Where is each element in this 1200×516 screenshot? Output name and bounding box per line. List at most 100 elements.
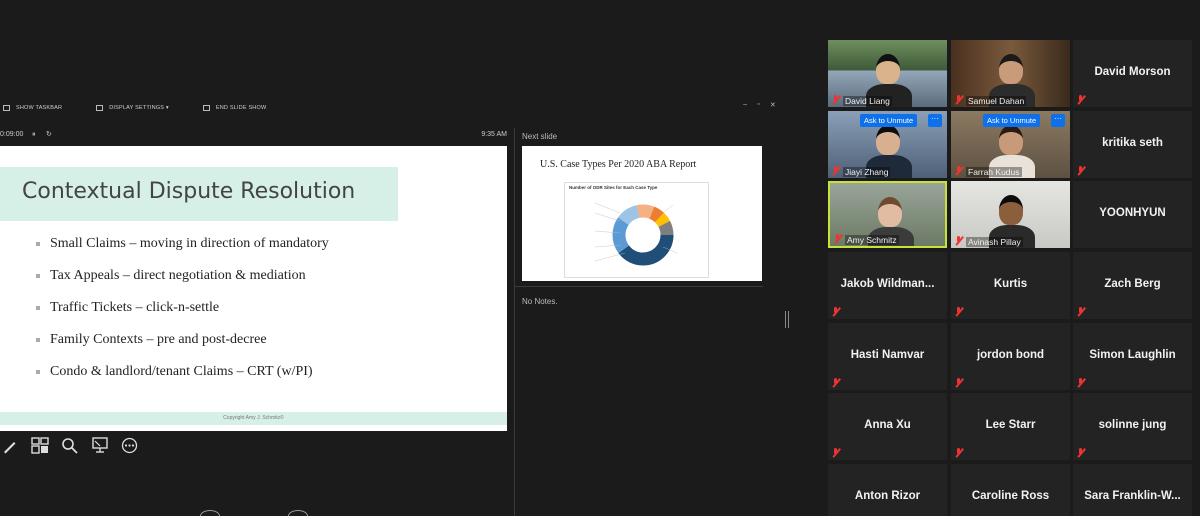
participant-face-image: [876, 54, 900, 84]
participant-name: Anton Rizor: [854, 490, 921, 502]
more-options-button[interactable]: ···: [1051, 114, 1065, 127]
bottom-control-icon[interactable]: [288, 510, 308, 516]
participant-name-label: Avinash Pillay: [966, 237, 1023, 247]
muted-mic-icon: [1076, 166, 1085, 175]
pointer-icon[interactable]: [90, 436, 109, 455]
slide-title: Contextual Dispute Resolution: [22, 179, 356, 204]
bullet-item: Traffic Tickets – click-n-settle: [36, 300, 329, 332]
participant-name: jordon bond: [976, 349, 1045, 361]
participant-tile[interactable]: Hasti Namvar: [828, 323, 947, 390]
muted-mic-icon: [833, 234, 842, 243]
bullet-item: Tax Appeals – direct negotiation & media…: [36, 268, 329, 300]
presenter-toolbar: SHOW TASKBAR DISPLAY SETTINGS ▾ END SLID…: [0, 98, 790, 118]
muted-mic-icon: [954, 378, 963, 387]
muted-mic-icon: [831, 448, 840, 457]
participant-tile[interactable]: Jiayi Zhang Ask to Unmute ···: [828, 111, 947, 178]
display-icon: [96, 105, 104, 111]
participant-name: Zach Berg: [1104, 278, 1161, 290]
participant-tile[interactable]: David Liang: [828, 40, 947, 107]
participant-name: Kurtis: [993, 278, 1028, 290]
muted-mic-icon: [831, 378, 840, 387]
bottom-control-icon[interactable]: [200, 510, 220, 516]
bullet-icon: [36, 369, 40, 374]
participant-tile[interactable]: Sara Franklin-W...: [1073, 464, 1192, 516]
participant-face-image: [999, 125, 1023, 155]
participant-tile[interactable]: Lee Starr: [951, 393, 1070, 460]
next-slide-title: U.S. Case Types Per 2020 ABA Report: [540, 159, 697, 170]
participant-tile[interactable]: jordon bond: [951, 323, 1070, 390]
muted-mic-icon: [1076, 95, 1085, 104]
next-slide-label: Next slide: [522, 132, 558, 141]
bullet-icon: [36, 241, 40, 246]
bullet-icon: [36, 337, 40, 342]
participant-name-label: Jiayi Zhang: [843, 167, 891, 177]
participant-name: YOONHYUN: [1099, 207, 1166, 219]
participant-tile[interactable]: kritika seth: [1073, 111, 1192, 178]
muted-mic-icon: [954, 307, 963, 316]
participant-name-label: David Liang: [843, 96, 892, 106]
participant-tile[interactable]: Zach Berg: [1073, 252, 1192, 319]
next-slide-chart: Number of ODR Sites for Each Case Type: [564, 182, 709, 278]
muted-mic-icon: [1076, 448, 1085, 457]
muted-mic-icon: [954, 448, 963, 457]
participant-face-image: [999, 195, 1023, 225]
bullet-item: Small Claims – moving in direction of ma…: [36, 236, 329, 268]
ask-to-unmute-button[interactable]: Ask to Unmute: [983, 114, 1041, 127]
participant-tile[interactable]: Caroline Ross: [951, 464, 1070, 516]
slide-footer: Copyright Amy J. Schmitz©: [0, 412, 507, 425]
speaker-notes: No Notes.: [522, 297, 558, 306]
timer-row: 0:09:00 ⏸ ↻ 9:35 AM: [0, 131, 510, 143]
participant-name: Jakob Wildman...: [840, 278, 935, 290]
participant-name: David Morson: [1094, 66, 1171, 78]
pen-icon[interactable]: [0, 436, 19, 455]
participant-tile[interactable]: YOONHYUN: [1073, 181, 1192, 248]
close-button[interactable]: ✕: [770, 101, 776, 109]
participant-name: Simon Laughlin: [1089, 349, 1176, 361]
participant-tile[interactable]: Anton Rizor: [828, 464, 947, 516]
participant-tile[interactable]: David Morson: [1073, 40, 1192, 107]
resize-grip[interactable]: [785, 311, 789, 328]
more-icon[interactable]: [120, 436, 139, 455]
elapsed-timer: 0:09:00: [0, 131, 24, 138]
show-taskbar-button[interactable]: SHOW TASKBAR: [3, 105, 62, 111]
clock: 9:35 AM: [481, 131, 507, 138]
participant-name: solinne jung: [1098, 419, 1167, 431]
window-controls: – ▫ ✕: [743, 101, 776, 109]
minimize-button[interactable]: –: [743, 101, 747, 109]
participant-face-image: [876, 125, 900, 155]
bullet-icon: [36, 305, 40, 310]
participant-tile[interactable]: Jakob Wildman...: [828, 252, 947, 319]
pause-timer-icon[interactable]: ⏸: [32, 131, 36, 139]
participant-tile[interactable]: Kurtis: [951, 252, 1070, 319]
muted-mic-icon: [831, 307, 840, 316]
participant-tile[interactable]: Amy Schmitz: [828, 181, 947, 248]
bullet-icon: [36, 273, 40, 278]
participant-tile[interactable]: Anna Xu: [828, 393, 947, 460]
muted-mic-icon: [954, 166, 963, 175]
donut-chart-image: [594, 202, 678, 266]
next-slide-preview[interactable]: U.S. Case Types Per 2020 ABA Report Numb…: [522, 146, 762, 281]
end-slide-show-button[interactable]: END SLIDE SHOW: [202, 105, 266, 111]
reset-timer-icon[interactable]: ↻: [46, 130, 52, 138]
participant-face-image: [999, 54, 1023, 84]
muted-mic-icon: [1076, 307, 1085, 316]
participant-tile[interactable]: solinne jung: [1073, 393, 1192, 460]
more-options-button[interactable]: ···: [928, 114, 942, 127]
bullet-item: Family Contexts – pre and post-decree: [36, 332, 329, 364]
participant-name-label: Farrah Kudus: [966, 167, 1022, 177]
participant-name-label: Samuel Dahan: [966, 96, 1027, 106]
current-slide[interactable]: Contextual Dispute Resolution Small Clai…: [0, 146, 507, 431]
end-show-icon: [202, 105, 210, 111]
participant-tile[interactable]: Farrah Kudus Ask to Unmute ···: [951, 111, 1070, 178]
display-settings-button[interactable]: DISPLAY SETTINGS ▾: [96, 105, 169, 111]
pane-divider[interactable]: [514, 128, 515, 516]
participant-tile[interactable]: Simon Laughlin: [1073, 323, 1192, 390]
participant-tile[interactable]: Avinash Pillay: [951, 181, 1070, 248]
zoom-icon[interactable]: [60, 436, 79, 455]
participant-tile[interactable]: Samuel Dahan: [951, 40, 1070, 107]
restore-button[interactable]: ▫: [757, 101, 760, 109]
muted-mic-icon: [1076, 378, 1085, 387]
slides-grid-icon[interactable]: [30, 436, 49, 455]
ask-to-unmute-button[interactable]: Ask to Unmute: [860, 114, 918, 127]
notes-divider[interactable]: [515, 286, 763, 287]
